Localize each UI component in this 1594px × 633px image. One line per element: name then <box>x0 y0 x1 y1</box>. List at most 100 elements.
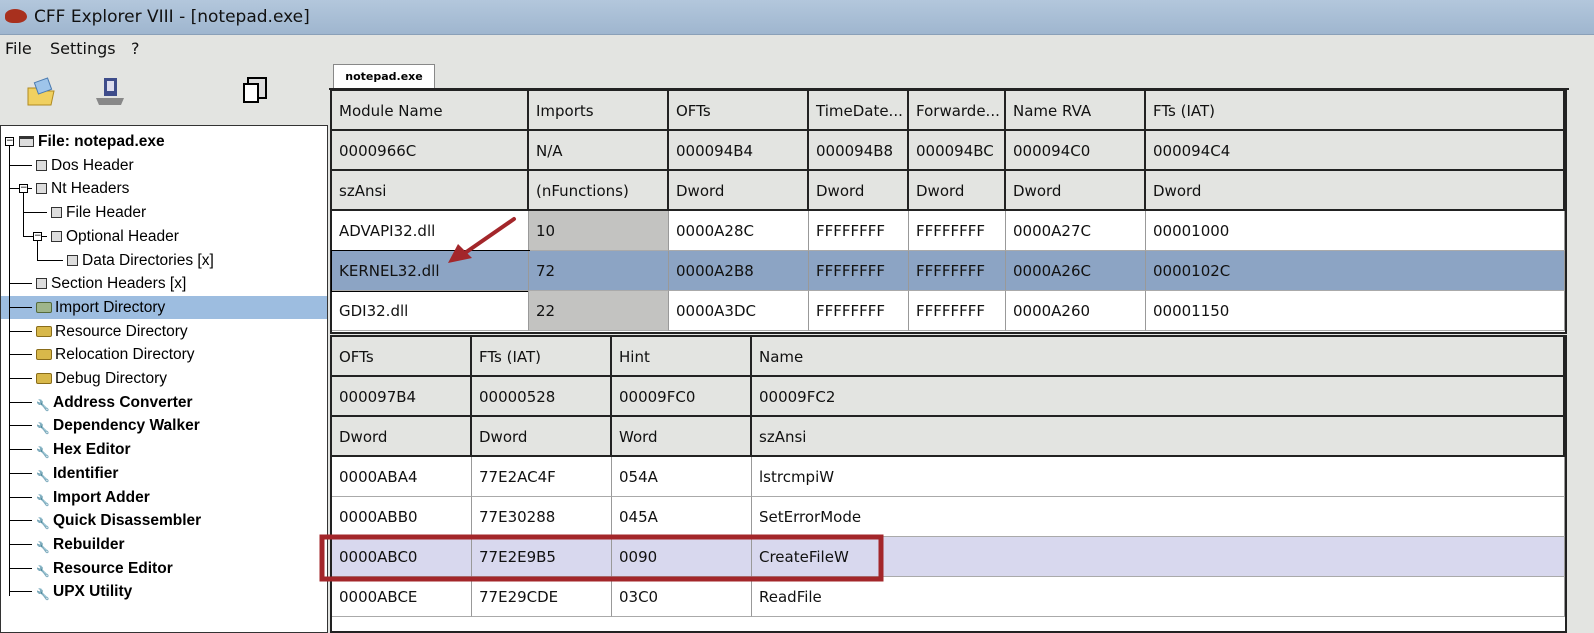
table-cell[interactable]: 03C0 <box>612 577 752 617</box>
title-bar: CFF Explorer VIII - [notepad.exe] <box>0 0 1594 35</box>
header-info-cell: 000094BC <box>909 131 1006 171</box>
table-cell[interactable]: 045A <box>612 497 752 537</box>
table-cell[interactable]: 0000ABA4 <box>332 457 472 497</box>
table-cell[interactable]: 0000A260 <box>1006 291 1146 331</box>
tree-item-label: Dependency Walker <box>53 417 200 435</box>
table-cell[interactable]: 00001150 <box>1146 291 1565 331</box>
collapse-toggle[interactable]: − <box>33 232 42 241</box>
table-cell[interactable]: 0000A27C <box>1006 211 1146 251</box>
header-info-cell: Dword <box>332 417 472 457</box>
tree-connector <box>9 306 32 308</box>
tree-item-file-header[interactable]: File Header <box>51 201 146 224</box>
tree-item-section-headers-x[interactable]: Section Headers [x] <box>36 272 186 295</box>
tree-item-upx-utility[interactable]: 🔧 UPX Utility <box>36 580 132 603</box>
table-cell[interactable]: 77E30288 <box>472 497 612 537</box>
tree-item-import-adder[interactable]: 🔧 Import Adder <box>36 486 150 509</box>
tree-item-file-notepad-exe[interactable]: File: notepad.exe <box>5 130 165 153</box>
tree-connector <box>9 354 32 356</box>
save-disk-icon[interactable] <box>94 76 126 108</box>
tree-connector <box>23 188 24 236</box>
tree-item-relocation-directory[interactable]: Relocation Directory <box>36 343 195 366</box>
table-cell[interactable]: ADVAPI32.dll <box>332 211 529 251</box>
tree-view: File: notepad.exe Dos Header Nt Headers Fil… <box>0 125 328 633</box>
tree-item-quick-disassembler[interactable]: 🔧 Quick Disassembler <box>36 509 201 532</box>
tree-item-resource-editor[interactable]: 🔧 Resource Editor <box>36 557 173 580</box>
table-cell[interactable]: 72 <box>529 251 669 291</box>
table-cell[interactable]: 0000A3DC <box>669 291 809 331</box>
table-cell[interactable]: FFFFFFFF <box>809 211 909 251</box>
tree-item-nt-headers[interactable]: Nt Headers <box>36 177 129 200</box>
tree-item-label: Section Headers [x] <box>51 275 187 293</box>
tree-item-dos-header[interactable]: Dos Header <box>36 154 134 177</box>
column-header[interactable]: OFTs <box>332 337 472 377</box>
tree-connector <box>9 472 32 474</box>
tree-item-import-directory[interactable]: Import Directory <box>1 295 327 319</box>
table-cell[interactable]: 0090 <box>612 537 752 577</box>
header-info-cell: Dword <box>909 171 1006 211</box>
column-header[interactable]: Name <box>752 337 1565 377</box>
collapse-toggle[interactable]: − <box>5 137 14 146</box>
table-cell[interactable]: 00001000 <box>1146 211 1565 251</box>
table-cell[interactable]: ReadFile <box>752 577 1565 617</box>
document-icon <box>67 254 78 266</box>
column-header[interactable]: FTs (IAT) <box>1146 91 1565 131</box>
tree-item-rebuilder[interactable]: 🔧 Rebuilder <box>36 533 124 556</box>
tab-notepad-exe[interactable]: notepad.exe <box>333 64 435 90</box>
tree-item-identifier[interactable]: 🔧 Identifier <box>36 462 118 485</box>
table-cell[interactable]: KERNEL32.dll <box>331 250 530 292</box>
column-header[interactable]: TimeDate... <box>809 91 909 131</box>
column-header[interactable]: Imports <box>529 91 669 131</box>
tree-item-data-directories-x[interactable]: Data Directories [x] <box>67 249 214 272</box>
column-header[interactable]: Module Name <box>332 91 529 131</box>
tree-item-optional-header[interactable]: Optional Header <box>51 225 179 248</box>
menu-file[interactable]: File <box>5 39 32 58</box>
table-cell[interactable]: 0000A2B8 <box>669 251 809 291</box>
table-cell[interactable]: FFFFFFFF <box>909 251 1006 291</box>
header-info-cell: 00009FC2 <box>752 377 1565 417</box>
column-header[interactable]: FTs (IAT) <box>472 337 612 377</box>
functions-table: OFTs FTs (IAT) Hint Name 000097B4 00000528 000… <box>330 335 1567 633</box>
table-cell[interactable]: 77E2E9B5 <box>472 537 612 577</box>
tree-item-dependency-walker[interactable]: 🔧 Dependency Walker <box>36 414 200 437</box>
tool-icon: 🔧 <box>36 541 50 554</box>
column-header[interactable]: Hint <box>612 337 752 377</box>
header-info-cell: N/A <box>529 131 669 171</box>
table-cell[interactable]: 0000A28C <box>669 211 809 251</box>
column-header[interactable]: Name RVA <box>1006 91 1146 131</box>
table-cell[interactable]: 054A <box>612 457 752 497</box>
tool-icon: 🔧 <box>36 423 50 436</box>
table-cell[interactable]: FFFFFFFF <box>809 251 909 291</box>
table-cell[interactable]: CreateFileW <box>752 537 1565 577</box>
column-header[interactable]: Forwarde... <box>909 91 1006 131</box>
table-cell[interactable]: 0000ABC0 <box>332 537 472 577</box>
table-cell[interactable]: 22 <box>529 291 669 331</box>
tree-connector <box>9 543 32 545</box>
table-cell[interactable]: 0000ABB0 <box>332 497 472 537</box>
tree-item-resource-directory[interactable]: Resource Directory <box>36 320 188 343</box>
tree-item-label: Relocation Directory <box>55 346 195 364</box>
column-header[interactable]: OFTs <box>669 91 809 131</box>
tree-item-debug-directory[interactable]: Debug Directory <box>36 367 167 390</box>
open-folder-icon[interactable] <box>26 76 58 108</box>
table-cell[interactable]: 0000A26C <box>1006 251 1146 291</box>
modules-table: Module Name Imports OFTs TimeDate... Forward… <box>330 89 1567 334</box>
table-cell[interactable]: 77E2AC4F <box>472 457 612 497</box>
header-info-cell: 00009FC0 <box>612 377 752 417</box>
tree-item-hex-editor[interactable]: 🔧 Hex Editor <box>36 438 131 461</box>
table-cell[interactable]: FFFFFFFF <box>909 291 1006 331</box>
tree-item-address-converter[interactable]: 🔧 Address Converter <box>36 391 193 414</box>
table-cell[interactable]: 0000102C <box>1146 251 1565 291</box>
table-cell[interactable]: lstrcmpiW <box>752 457 1565 497</box>
header-info-cell: Dword <box>669 171 809 211</box>
table-cell[interactable]: GDI32.dll <box>332 291 529 331</box>
table-cell[interactable]: SetErrorMode <box>752 497 1565 537</box>
table-cell[interactable]: 10 <box>529 211 669 251</box>
collapse-toggle[interactable]: − <box>19 184 28 193</box>
table-cell[interactable]: 77E29CDE <box>472 577 612 617</box>
menu-help[interactable]: ? <box>131 39 140 58</box>
table-cell[interactable]: 0000ABCE <box>332 577 472 617</box>
menu-settings[interactable]: Settings <box>50 39 116 58</box>
windows-icon[interactable] <box>240 76 272 108</box>
table-cell[interactable]: FFFFFFFF <box>909 211 1006 251</box>
table-cell[interactable]: FFFFFFFF <box>809 291 909 331</box>
